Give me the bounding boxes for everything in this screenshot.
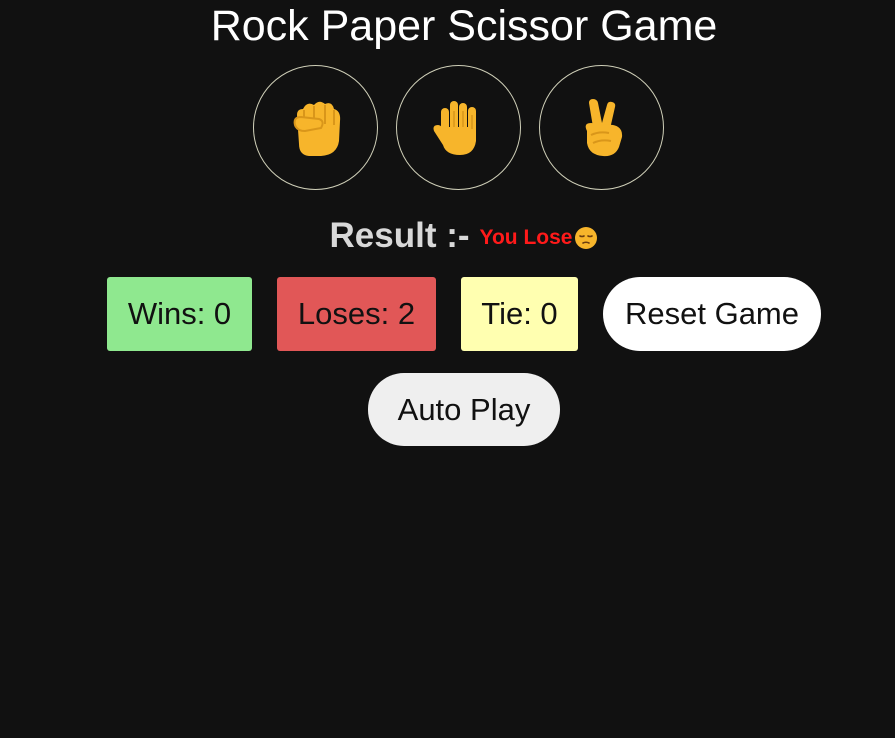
- result-text: You Lose: [479, 226, 573, 249]
- auto-play-button[interactable]: Auto Play: [368, 373, 560, 446]
- wins-counter: Wins: 0: [107, 277, 252, 351]
- game-page: Rock Paper Scissor Game Result:- You Lo…: [0, 0, 895, 738]
- rock-button[interactable]: [253, 65, 378, 190]
- loses-counter: Loses: 2: [277, 277, 436, 351]
- pensive-face-icon: [575, 227, 598, 249]
- paper-button[interactable]: [396, 65, 521, 190]
- reset-game-button[interactable]: Reset Game: [603, 277, 821, 351]
- tie-counter: Tie: 0: [461, 277, 578, 351]
- result-row: Result :- You Lose: [0, 216, 895, 256]
- scissors-button[interactable]: [539, 65, 664, 190]
- raised-fist-icon: [293, 101, 340, 156]
- result-label: Result :-: [329, 216, 470, 255]
- victory-hand-icon: [585, 98, 622, 156]
- raised-hand-icon: [433, 100, 476, 155]
- page-title: Rock Paper Scissor Game: [210, 2, 718, 50]
- result-message: You Lose: [480, 226, 599, 250]
- choice-buttons: [253, 65, 664, 190]
